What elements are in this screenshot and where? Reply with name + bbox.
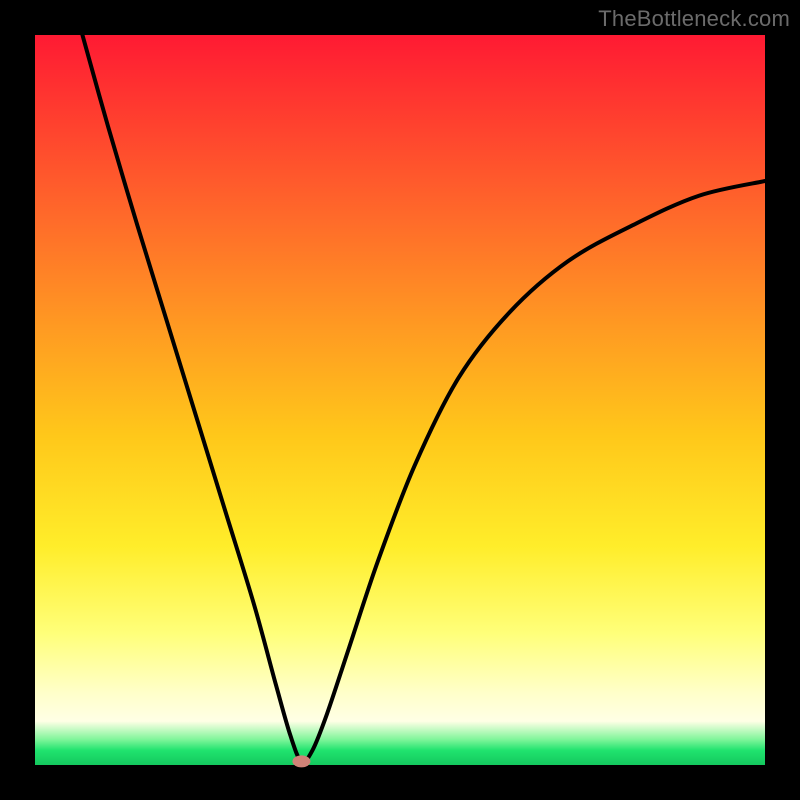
minimum-marker [292, 755, 310, 767]
outer-frame: TheBottleneck.com [0, 0, 800, 800]
curve-svg [35, 35, 765, 765]
bottleneck-curve [82, 35, 765, 762]
plot-area [35, 35, 765, 765]
watermark-text: TheBottleneck.com [598, 6, 790, 32]
